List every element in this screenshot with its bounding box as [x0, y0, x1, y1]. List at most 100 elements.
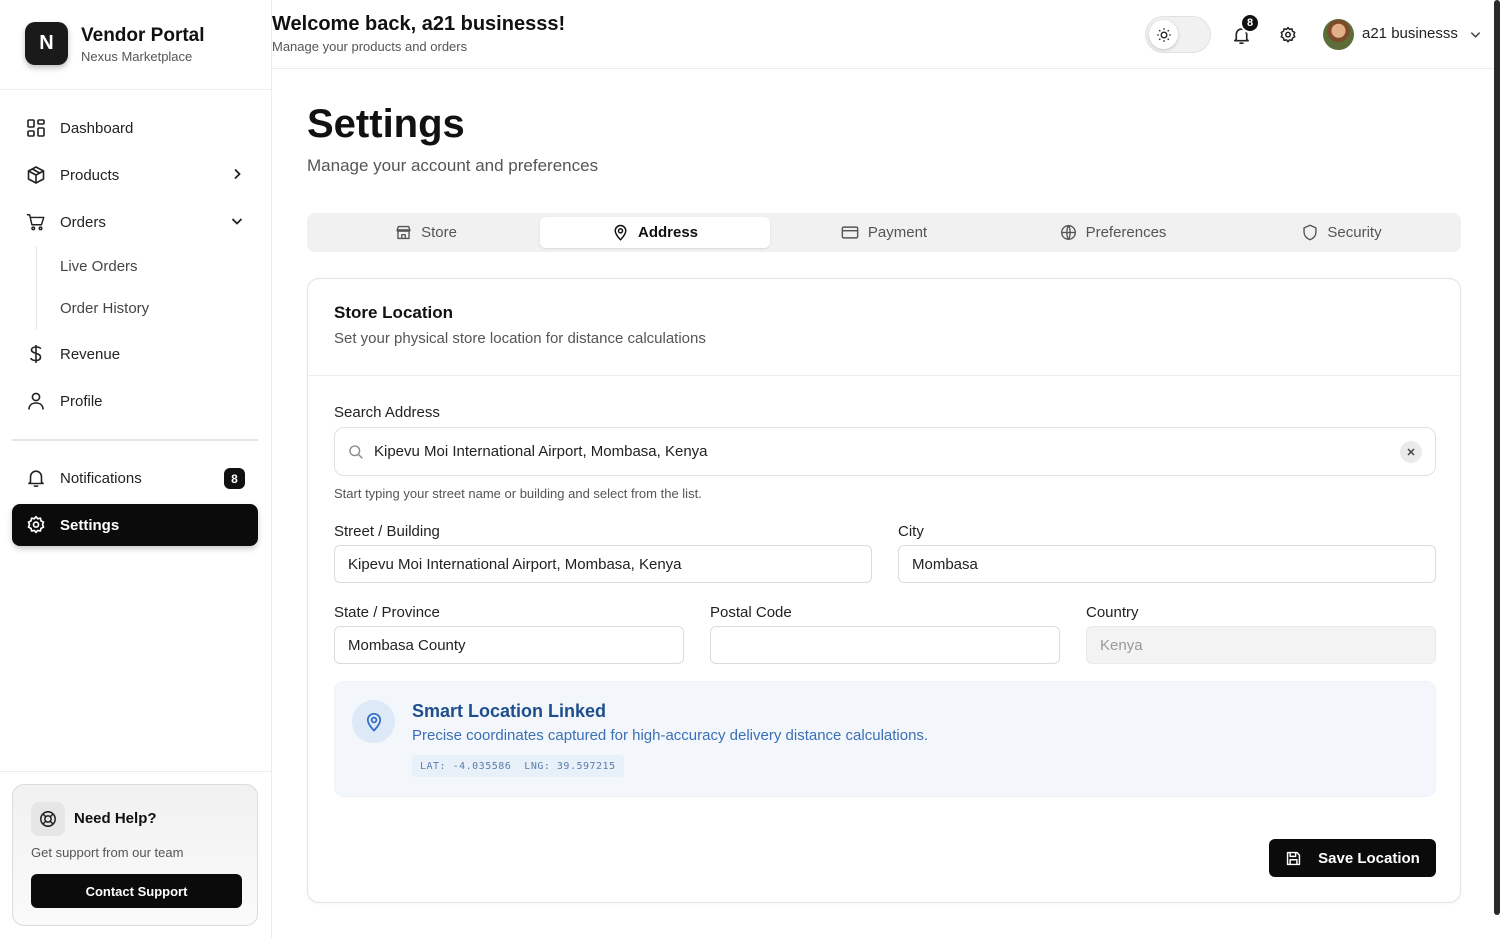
- scrollbar[interactable]: [1494, 0, 1500, 915]
- tab-label: Address: [637, 224, 699, 241]
- tab-label: Store: [421, 224, 457, 241]
- page-title: Settings: [307, 102, 465, 146]
- sidebar-item-label: Orders: [60, 213, 106, 231]
- brand-title: Vendor Portal: [81, 24, 205, 46]
- chevron-down-icon[interactable]: [1469, 28, 1482, 46]
- sidebar-item-settings[interactable]: Settings: [12, 504, 258, 546]
- notification-badge: 8: [1240, 13, 1260, 33]
- chevron-right-icon: [230, 167, 244, 185]
- sidebar-item-products[interactable]: Products: [12, 154, 258, 196]
- contact-support-button[interactable]: Contact Support: [31, 874, 242, 908]
- credit-card-icon: [841, 224, 859, 241]
- tab-label: Preferences: [1085, 224, 1167, 241]
- store-icon: [395, 224, 412, 241]
- chevron-down-icon: [230, 214, 244, 232]
- sidebar-item-dashboard[interactable]: Dashboard: [12, 107, 258, 149]
- smart-location-panel: Smart Location Linked Precise coordinate…: [334, 681, 1436, 797]
- sidebar-item-label: Settings: [60, 516, 120, 534]
- postal-code-label: Postal Code: [710, 604, 792, 621]
- divider: [0, 89, 272, 90]
- street-label: Street / Building: [334, 523, 440, 540]
- tab-security[interactable]: Security: [1227, 217, 1457, 248]
- welcome-title: Welcome back, a21 businesss!: [272, 13, 566, 35]
- divider: [308, 375, 1460, 376]
- shield-icon: [1302, 224, 1318, 241]
- brand-subtitle: Nexus Marketplace: [81, 48, 193, 64]
- coordinates-readout: LAT: -4.035586 LNG: 39.597215: [412, 755, 624, 777]
- sidebar-subitem-order-history[interactable]: Order History: [60, 300, 149, 317]
- street-field[interactable]: Kipevu Moi International Airport, Mombas…: [334, 545, 872, 583]
- tab-label: Security: [1327, 224, 1382, 241]
- save-icon: [1285, 850, 1302, 867]
- page-subtitle: Manage your account and preferences: [307, 156, 599, 175]
- card-subtitle: Set your physical store location for dis…: [334, 330, 706, 347]
- top-header: Welcome back, a21 businesss! Manage your…: [272, 0, 1500, 69]
- divider: [12, 439, 258, 441]
- sidebar-item-label: Revenue: [60, 345, 121, 363]
- smart-location-title: Smart Location Linked: [412, 701, 607, 721]
- sidebar: N Vendor Portal Nexus Marketplace Dashbo…: [0, 0, 272, 938]
- longitude-value: LNG: 39.597215: [524, 760, 616, 772]
- help-subtitle: Get support from our team: [31, 845, 184, 860]
- sidebar-subitem-live-orders[interactable]: Live Orders: [60, 258, 138, 275]
- sidebar-item-label: Profile: [60, 392, 103, 410]
- country-field: Kenya: [1086, 626, 1436, 664]
- avatar[interactable]: [1323, 19, 1354, 50]
- user-name[interactable]: a21 businesss: [1362, 25, 1458, 42]
- help-card: Need Help? Get support from our team Con…: [12, 784, 258, 926]
- sidebar-item-profile[interactable]: Profile: [12, 380, 258, 422]
- sidebar-item-orders[interactable]: Orders: [12, 201, 258, 243]
- clear-icon[interactable]: [1400, 441, 1422, 463]
- settings-gear-icon[interactable]: [1277, 24, 1299, 46]
- notification-count-badge: 8: [224, 468, 245, 489]
- state-field[interactable]: Mombasa County: [334, 626, 684, 664]
- tab-address[interactable]: Address: [540, 217, 770, 248]
- tab-preferences[interactable]: Preferences: [998, 217, 1228, 248]
- brand[interactable]: N Vendor Portal Nexus Marketplace: [25, 22, 205, 65]
- smart-location-subtitle: Precise coordinates captured for high-ac…: [412, 727, 929, 744]
- map-pin-icon: [352, 700, 395, 743]
- gear-icon: [26, 515, 46, 535]
- submenu-line: [36, 246, 37, 330]
- bell-icon: [26, 468, 46, 488]
- theme-toggle[interactable]: [1145, 16, 1211, 53]
- save-button-label: Save Location: [1318, 849, 1420, 867]
- user-icon: [26, 391, 46, 411]
- city-label: City: [898, 523, 924, 540]
- globe-icon: [1060, 224, 1077, 241]
- cart-icon: [26, 212, 46, 232]
- state-label: State / Province: [334, 604, 440, 621]
- vendor-portal-app: N Vendor Portal Nexus Marketplace Dashbo…: [0, 0, 1500, 938]
- grid-icon: [26, 118, 46, 138]
- help-title: Need Help?: [74, 810, 157, 827]
- sidebar-item-label: Notifications: [60, 469, 142, 487]
- search-address-input[interactable]: Kipevu Moi International Airport, Mombas…: [334, 427, 1436, 476]
- sidebar-item-notifications[interactable]: Notifications 8: [12, 457, 258, 499]
- search-address-value: Kipevu Moi International Airport, Mombas…: [374, 443, 708, 460]
- store-location-card: Store Location Set your physical store l…: [307, 278, 1461, 903]
- search-address-label: Search Address: [334, 404, 440, 421]
- sidebar-item-label: Dashboard: [60, 119, 134, 137]
- brand-logo: N: [25, 22, 68, 65]
- box-icon: [26, 165, 46, 185]
- settings-tabs: Store Address Payment Preferences Securi…: [307, 213, 1461, 252]
- card-title: Store Location: [334, 303, 454, 322]
- map-pin-icon: [612, 224, 629, 241]
- tab-payment[interactable]: Payment: [769, 217, 999, 248]
- save-location-button[interactable]: Save Location: [1269, 839, 1436, 877]
- tab-label: Payment: [867, 224, 928, 241]
- lifebuoy-icon: [31, 802, 65, 836]
- sidebar-item-label: Products: [60, 166, 120, 184]
- welcome-subtitle: Manage your products and orders: [272, 39, 468, 54]
- postal-code-field[interactable]: [710, 626, 1060, 664]
- search-hint: Start typing your street name or buildin…: [334, 486, 702, 501]
- divider: [0, 771, 272, 772]
- latitude-value: LAT: -4.035586: [420, 760, 512, 772]
- search-icon: [348, 444, 364, 465]
- dollar-icon: [26, 344, 46, 364]
- sun-icon: [1149, 20, 1178, 49]
- city-field[interactable]: Mombasa: [898, 545, 1436, 583]
- tab-store[interactable]: Store: [311, 217, 541, 248]
- country-label: Country: [1086, 604, 1139, 621]
- sidebar-item-revenue[interactable]: Revenue: [12, 333, 258, 375]
